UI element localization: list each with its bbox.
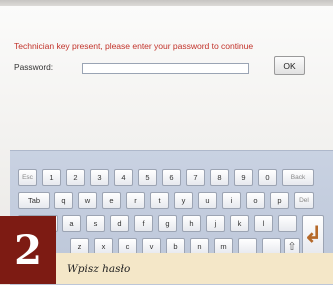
key-q[interactable]: q <box>54 192 73 209</box>
key-e[interactable]: e <box>102 192 121 209</box>
key-t[interactable]: t <box>150 192 169 209</box>
ok-button[interactable]: OK <box>274 56 305 75</box>
key-s[interactable]: s <box>86 215 105 232</box>
key-o[interactable]: o <box>246 192 265 209</box>
key-g[interactable]: g <box>158 215 177 232</box>
enter-arrow-icon: ↲ <box>303 222 323 247</box>
key-f[interactable]: f <box>134 215 153 232</box>
step-caption-text: Wpisz hasło <box>67 262 131 275</box>
key-back[interactable]: Back <box>282 169 314 186</box>
key-w[interactable]: w <box>78 192 97 209</box>
key-0[interactable]: 0 <box>258 169 277 186</box>
key-k[interactable]: k <box>230 215 249 232</box>
key-h[interactable]: h <box>182 215 201 232</box>
key-d[interactable]: d <box>110 215 129 232</box>
key-a[interactable]: a <box>62 215 81 232</box>
key-9[interactable]: 9 <box>234 169 253 186</box>
key-i[interactable]: i <box>222 192 241 209</box>
key-8[interactable]: 8 <box>210 169 229 186</box>
key-semicolon[interactable] <box>278 215 297 232</box>
key-y[interactable]: y <box>174 192 193 209</box>
step-number-badge: 2 <box>0 216 56 284</box>
key-esc[interactable]: Esc <box>18 169 37 186</box>
key-p[interactable]: p <box>270 192 289 209</box>
key-4[interactable]: 4 <box>114 169 133 186</box>
key-r[interactable]: r <box>126 192 145 209</box>
key-6[interactable]: 6 <box>162 169 181 186</box>
shift-arrow-icon: ⇧ <box>287 241 297 253</box>
password-label: Password: <box>14 62 54 72</box>
key-5[interactable]: 5 <box>138 169 157 186</box>
technician-key-message: Technician key present, please enter you… <box>14 41 254 51</box>
key-l[interactable]: l <box>254 215 273 232</box>
key-tab[interactable]: Tab <box>18 192 50 209</box>
key-del[interactable]: Del <box>294 192 314 209</box>
key-j[interactable]: j <box>206 215 225 232</box>
password-input[interactable] <box>82 63 249 74</box>
key-3[interactable]: 3 <box>90 169 109 186</box>
step-caption: Wpisz hasło <box>56 253 333 284</box>
key-2[interactable]: 2 <box>66 169 85 186</box>
key-7[interactable]: 7 <box>186 169 205 186</box>
key-enter[interactable]: ↲ <box>302 215 324 255</box>
key-1[interactable]: 1 <box>42 169 61 186</box>
key-u[interactable]: u <box>198 192 217 209</box>
